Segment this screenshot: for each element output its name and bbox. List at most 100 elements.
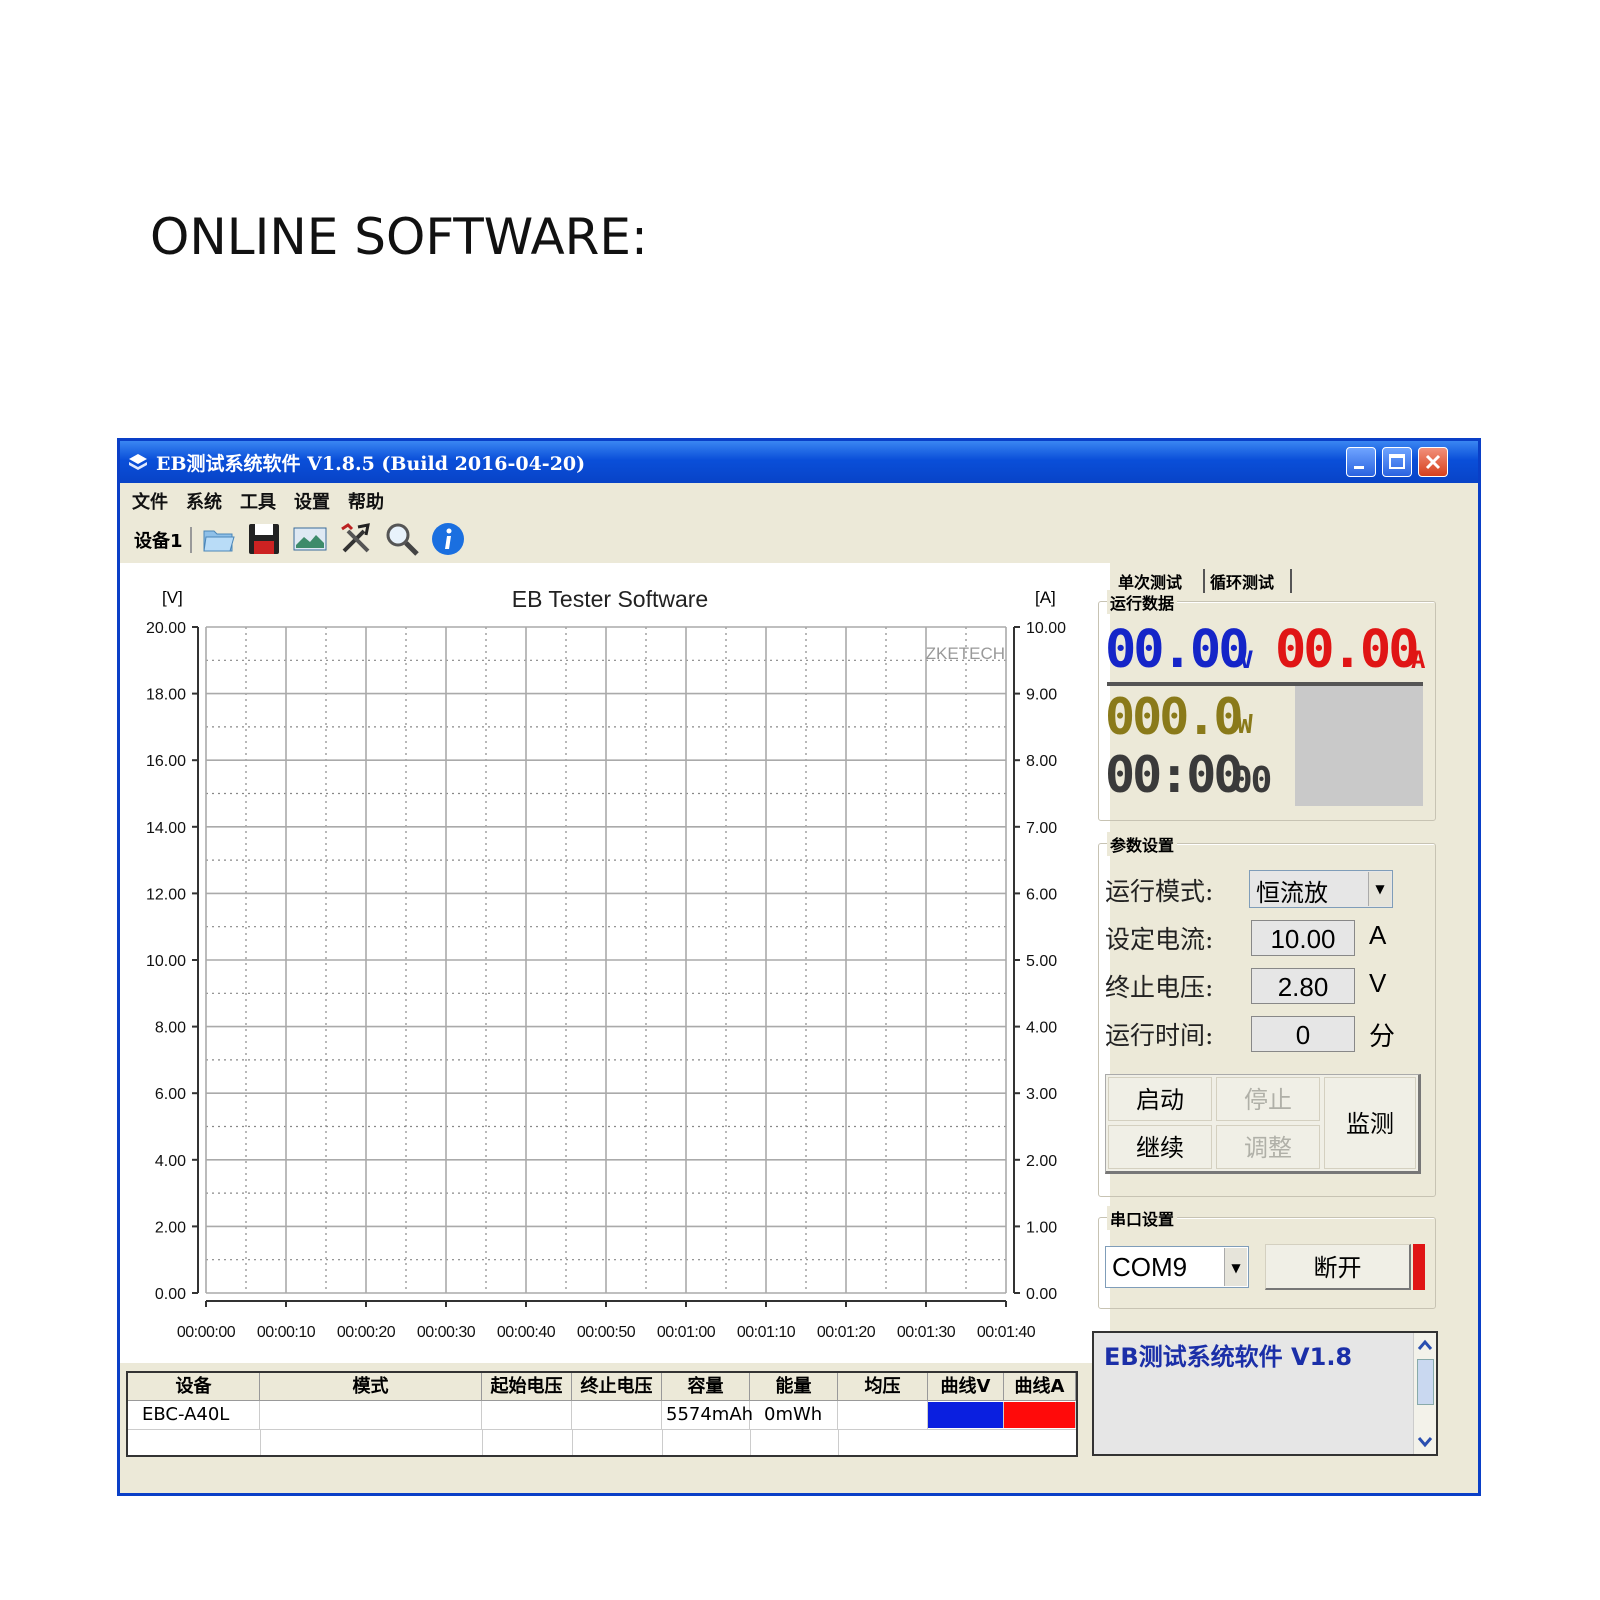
maximize-button[interactable] (1382, 447, 1412, 477)
param-label-end-voltage: 终止电压: (1105, 973, 1214, 1002)
scroll-thumb[interactable] (1417, 1359, 1434, 1405)
scroll-down-icon[interactable] (1414, 1432, 1436, 1452)
log-box[interactable]: EB测试系统软件 V1.8 (1092, 1331, 1438, 1456)
time-seconds: 00 (1231, 760, 1272, 801)
chart-area: 0.00 2.00 4.00 6.00 8.00 10.00 12.00 14.00 16.00… (120, 563, 1110, 1363)
info-icon[interactable] (430, 521, 466, 557)
param-label-current: 设定电流: (1105, 925, 1214, 954)
y-right-tick-label: 6.00 (1026, 886, 1057, 903)
disconnect-button[interactable]: 断开 (1265, 1244, 1411, 1290)
maximize-icon (1389, 454, 1405, 469)
toolbar-separator (190, 527, 192, 553)
table-cell-start-voltage[interactable] (482, 1401, 572, 1429)
x-tick-label: 00:01:40 (977, 1324, 1036, 1341)
curve-a-swatch[interactable] (1004, 1402, 1076, 1428)
log-scrollbar[interactable] (1413, 1333, 1436, 1454)
start-button[interactable]: 启动 (1108, 1077, 1212, 1121)
y-right-tick-label: 0.00 (1026, 1286, 1057, 1303)
menu-bar: 文件 系统 工具 设置 帮助 (120, 483, 1478, 515)
chart-svg: 0.00 2.00 4.00 6.00 8.00 10.00 12.00 14.00 16.00… (146, 586, 1066, 1341)
x-tick-label: 00:01:30 (897, 1324, 956, 1341)
end-voltage-input[interactable]: 2.80 (1251, 968, 1355, 1004)
scroll-up-icon[interactable] (1414, 1335, 1436, 1355)
tools-icon[interactable] (338, 521, 374, 557)
x-tick-label: 00:00:50 (577, 1324, 636, 1341)
table-cell-capacity[interactable]: 5574mAh (662, 1401, 753, 1429)
table-header-capacity: 容量 (662, 1373, 750, 1401)
device-label[interactable]: 设备1 (134, 527, 183, 553)
table-header-device: 设备 (128, 1373, 260, 1401)
y-right-tick-label: 5.00 (1026, 953, 1057, 970)
y-left-tick-label: 14.00 (146, 820, 186, 837)
y-right-tick-label: 4.00 (1026, 1020, 1057, 1037)
toolbar: 设备1 (120, 515, 1478, 563)
page-heading: ONLINE SOFTWARE: (150, 208, 648, 266)
table-cell-mode[interactable] (260, 1401, 482, 1429)
x-tick-label: 00:00:30 (417, 1324, 476, 1341)
curve-v-swatch[interactable] (928, 1402, 1004, 1428)
x-tick-label: 00:01:00 (657, 1324, 716, 1341)
save-icon[interactable] (246, 521, 282, 557)
preview-box (1295, 686, 1423, 806)
voltage-display: 00.00 (1105, 620, 1250, 680)
y-right-tick-label: 9.00 (1026, 687, 1057, 704)
x-tick-label: 00:00:10 (257, 1324, 316, 1341)
com-port-value: COM9 (1112, 1252, 1188, 1282)
menu-help[interactable]: 帮助 (348, 488, 384, 514)
voltage-unit-label: V (1369, 968, 1387, 998)
adjust-button[interactable]: 调整 (1216, 1125, 1320, 1169)
log-text: EB测试系统软件 V1.8 (1104, 1343, 1353, 1371)
table-header-start-voltage: 起始电压 (482, 1373, 572, 1401)
run-data-label: 运行数据 (1107, 590, 1178, 614)
table-cell-end-voltage[interactable] (572, 1401, 662, 1429)
y-left-tick-label: 16.00 (146, 753, 186, 770)
picture-icon[interactable] (292, 521, 328, 557)
menu-file[interactable]: 文件 (132, 488, 168, 514)
table-cell-device[interactable]: EBC-A40L (128, 1401, 260, 1429)
table-cell-avg-voltage[interactable] (838, 1401, 928, 1429)
y-left-tick-label: 12.00 (146, 886, 186, 903)
menu-system[interactable]: 系统 (186, 488, 222, 514)
voltage-unit: V (1239, 646, 1254, 674)
stop-button[interactable]: 停止 (1216, 1077, 1320, 1121)
minutes-unit-label: 分 (1369, 1021, 1396, 1051)
y-left-tick-label: 8.00 (155, 1020, 186, 1037)
com-port-select[interactable]: COM9 ▼ (1105, 1246, 1249, 1288)
title-bar[interactable]: EB测试系统软件 V1.8.5 (Build 2016-04-20) (120, 441, 1478, 483)
menu-tools[interactable]: 工具 (240, 488, 276, 514)
y-left-tick-label: 20.00 (146, 620, 186, 637)
x-tick-label: 00:00:40 (497, 1324, 556, 1341)
y-right-tick-label: 8.00 (1026, 753, 1057, 770)
table-header-curve-v: 曲线V (928, 1373, 1004, 1401)
param-label-run-time: 运行时间: (1105, 1021, 1214, 1050)
param-group: 参数设置 运行模式: 恒流放 ▼ 设定电流: 10.00 A 终止电压: 2.8… (1098, 832, 1436, 1197)
close-button[interactable] (1418, 447, 1448, 477)
time-display: 00:00 (1105, 746, 1244, 804)
chevron-down-icon[interactable]: ▼ (1368, 872, 1391, 906)
y-right-tick-label: 1.00 (1026, 1219, 1057, 1236)
menu-settings[interactable]: 设置 (294, 488, 330, 514)
table-cell-energy[interactable]: 0mWh (750, 1401, 838, 1429)
run-time-input[interactable]: 0 (1251, 1016, 1355, 1052)
current-input[interactable]: 10.00 (1251, 920, 1355, 956)
y-left-unit: [V] (162, 588, 183, 607)
y-left-tick-label: 6.00 (155, 1086, 186, 1103)
monitor-button[interactable]: 监测 (1324, 1077, 1416, 1169)
mode-select[interactable]: 恒流放 ▼ (1249, 870, 1393, 908)
connection-status-indicator (1413, 1244, 1425, 1290)
minimize-button[interactable] (1346, 447, 1376, 477)
chevron-down-icon[interactable]: ▼ (1224, 1248, 1247, 1286)
continue-button[interactable]: 继续 (1108, 1125, 1212, 1169)
power-display: 000.0 (1105, 688, 1244, 746)
folder-icon[interactable] (200, 521, 236, 557)
x-tick-label: 00:00:00 (177, 1324, 236, 1341)
tab-cycle-test[interactable]: 循环测试 (1210, 569, 1274, 593)
y-left-tick-label: 10.00 (146, 953, 186, 970)
table-header-curve-a: 曲线A (1004, 1373, 1076, 1401)
device-table: 设备 模式 起始电压 终止电压 容量 能量 均压 曲线V 曲线A EBC-A40… (126, 1371, 1078, 1457)
table-header-end-voltage: 终止电压 (572, 1373, 662, 1401)
power-unit: W (1237, 710, 1253, 740)
y-right-tick-label: 10.00 (1026, 620, 1066, 637)
search-icon[interactable] (384, 521, 420, 557)
x-tick-label: 00:00:20 (337, 1324, 396, 1341)
